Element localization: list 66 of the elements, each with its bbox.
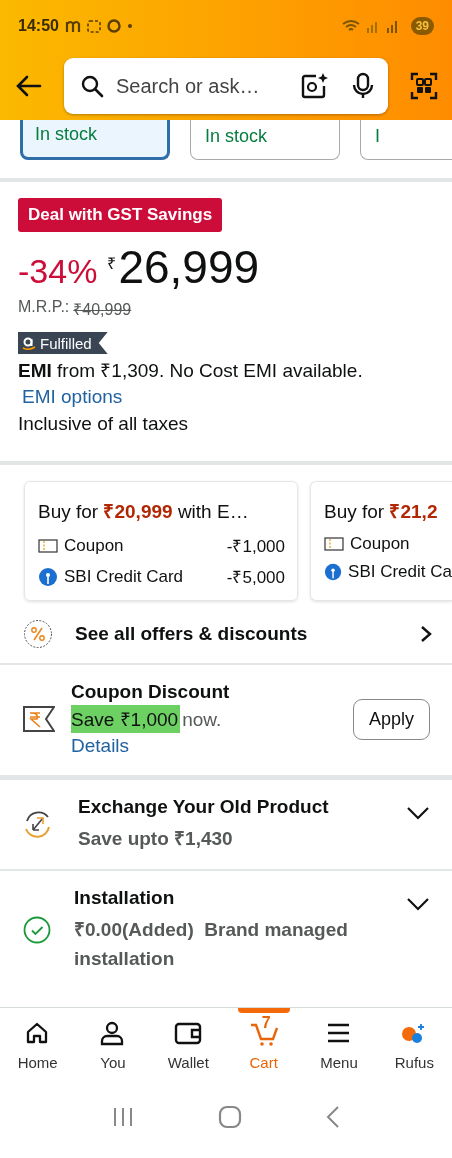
- deal-badge: Deal with GST Savings: [18, 198, 223, 232]
- scanner-icon[interactable]: [410, 72, 438, 100]
- coupon-note: now.: [182, 709, 222, 731]
- stock-option[interactable]: In stock: [20, 120, 170, 160]
- screenshot-icon: [86, 19, 101, 33]
- bank-logo-icon: [38, 566, 58, 587]
- recent-apps-icon[interactable]: [112, 1107, 134, 1127]
- offer-amount: -₹5,000: [226, 567, 285, 588]
- coupon-title: Coupon Discount: [71, 681, 230, 703]
- emi-options-link[interactable]: EMI options: [22, 386, 123, 408]
- offer-label: SBI Credit Card: [64, 566, 185, 587]
- savings-highlight: Save ₹1,000: [71, 705, 181, 733]
- offer-label: SBI Credit Ca: [348, 562, 452, 582]
- section-subtitle: ₹0.00(Added) Brand managed installation: [74, 918, 349, 971]
- chevron-right-icon: [420, 625, 432, 643]
- section-title: Installation: [74, 887, 176, 909]
- coupon-rupee-icon: [23, 705, 55, 733]
- cart-count: 7: [261, 1014, 271, 1032]
- emi-text: EMI from ₹1,309. No Cost EMI available.: [18, 359, 363, 383]
- search-icon: [80, 74, 104, 98]
- details-link[interactable]: Details: [71, 735, 130, 757]
- offer-title: Buy for ₹20,999 with E…: [38, 500, 250, 524]
- search-bar[interactable]: Search or ask…: [64, 58, 388, 114]
- active-indicator: [237, 1008, 290, 1013]
- currency-symbol: ₹: [107, 254, 117, 274]
- offer-amount: -₹1,000: [226, 536, 285, 557]
- fulfilled-badge: Fulfilled: [18, 332, 108, 354]
- offer-label: Coupon: [64, 535, 125, 556]
- mrp-price: ₹40,999: [73, 300, 132, 320]
- coupon-icon: [324, 537, 344, 551]
- chevron-down-icon[interactable]: [406, 897, 430, 911]
- check-circle-icon: [22, 915, 52, 945]
- nav-tab[interactable]: Rufus: [376, 1008, 452, 1086]
- home-button-icon[interactable]: [218, 1105, 242, 1129]
- clock-time: 14:50: [18, 17, 59, 35]
- price: 26,999: [118, 240, 260, 294]
- app-notification-icon: [64, 19, 81, 33]
- tax-note: Inclusive of all taxes: [18, 413, 189, 435]
- nav-tab[interactable]: Wallet: [150, 1008, 226, 1086]
- camera-icon[interactable]: [300, 72, 328, 100]
- all-offers-row[interactable]: See all offers & discounts: [0, 613, 452, 663]
- stock-option[interactable]: I: [360, 120, 452, 160]
- section-subtitle: Save upto ₹1,430: [78, 827, 234, 851]
- nav-tab[interactable]: You: [75, 1008, 151, 1086]
- percent-badge-icon: [23, 619, 53, 649]
- back-arrow-icon[interactable]: [16, 75, 42, 97]
- offer-title: Buy for ₹21,2: [324, 500, 439, 524]
- offer-card[interactable]: Buy for ₹21,2 Coupon SBI Credit Ca: [310, 481, 452, 601]
- offer-card[interactable]: Buy for ₹20,999 with E… Coupon -₹1,000 SBI Credit Card -₹5,000: [24, 481, 298, 601]
- battery-level: 39: [410, 17, 434, 35]
- chevron-down-icon[interactable]: [406, 806, 430, 820]
- back-icon[interactable]: [326, 1105, 340, 1129]
- nav-tab[interactable]: Home: [0, 1008, 76, 1086]
- mrp-label: M.R.P.:: [18, 298, 70, 317]
- ring-icon: [106, 19, 121, 33]
- coupon-icon: [38, 538, 58, 553]
- dot-icon: [126, 23, 133, 29]
- microphone-icon[interactable]: [352, 72, 374, 100]
- search-input[interactable]: Search or ask…: [114, 73, 290, 99]
- apply-button[interactable]: Apply: [352, 698, 430, 740]
- bank-logo-icon: [324, 562, 343, 582]
- nav-tab[interactable]: Menu: [301, 1008, 377, 1086]
- offer-label: Coupon: [350, 534, 411, 554]
- stock-option[interactable]: In stock: [190, 120, 340, 160]
- section-title: Exchange Your Old Product: [78, 796, 330, 818]
- discount-percent: -34%: [18, 252, 98, 291]
